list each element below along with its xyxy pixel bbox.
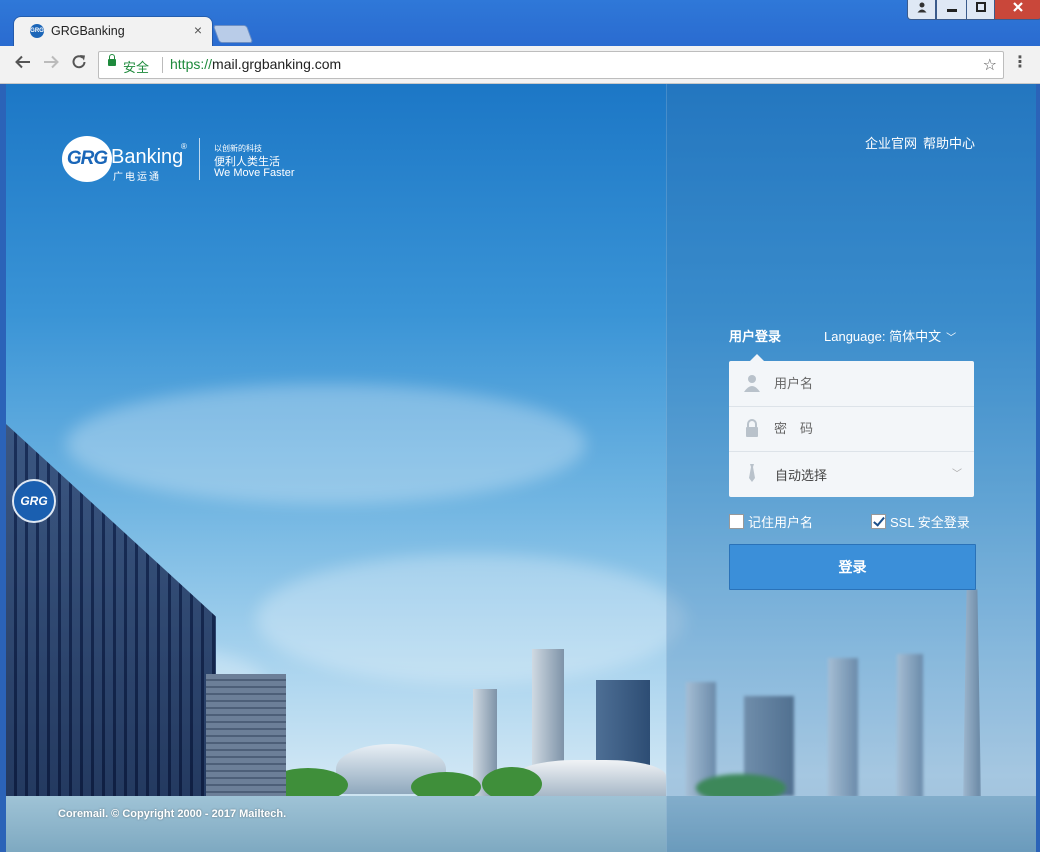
window-maximize-button[interactable] — [966, 0, 996, 20]
window-user-button[interactable] — [907, 0, 936, 20]
language-selector[interactable]: Language: 简体中文 ﹀ — [824, 326, 956, 345]
url-scheme: https:// — [170, 56, 213, 72]
username-row — [729, 361, 974, 407]
secure-label: 安全 — [123, 60, 150, 75]
forward-button[interactable] — [40, 53, 62, 75]
lock-icon — [746, 419, 758, 437]
top-links: 企业官网 帮助中心 — [865, 133, 975, 152]
new-tab-button[interactable] — [212, 25, 254, 43]
tab-title: GRGBanking — [51, 24, 125, 38]
user-login-tab[interactable]: 用户登录 — [729, 326, 781, 345]
page-viewport: GRG GRG Banking ® 广电运通 以创新的科技 便利人类生活 We … — [6, 84, 1036, 852]
domain-select[interactable]: 自动选择 ﹀ — [729, 451, 974, 496]
ssl-checkbox-box[interactable] — [871, 514, 886, 529]
password-row — [729, 406, 974, 452]
user-icon — [908, 1, 935, 16]
logo-wordmark: Banking — [111, 146, 184, 168]
slogan-line-3: We Move Faster — [214, 167, 295, 179]
login-form: 自动选择 ﹀ — [729, 361, 974, 497]
browser-tab[interactable]: GRG GRGBanking × — [14, 17, 212, 46]
forward-icon — [44, 55, 59, 69]
back-icon — [15, 55, 30, 69]
logo-divider — [199, 138, 200, 180]
copyright-footer: Coremail. © Copyright 2000 - 2017 Mailte… — [58, 808, 287, 820]
remember-checkbox-box[interactable] — [729, 514, 744, 529]
remember-username-checkbox[interactable]: 记住用户名 — [729, 512, 813, 531]
help-center-link[interactable]: 帮助中心 — [923, 136, 975, 151]
maximize-icon — [967, 1, 995, 16]
username-input[interactable] — [774, 373, 954, 393]
address-bar[interactable]: 安全 https://mail.grgbanking.com ☆ — [98, 51, 1004, 79]
close-icon — [995, 1, 1040, 16]
building-logo-icon: GRG — [12, 479, 56, 523]
login-button[interactable]: 登录 — [729, 544, 976, 590]
browser-menu-icon[interactable]: ⋮ — [1012, 55, 1028, 71]
address-divider — [162, 57, 163, 73]
background-cloud — [66, 384, 586, 504]
chevron-down-icon: ﹀ — [946, 333, 957, 344]
language-label: Language: 简体中文 — [824, 329, 942, 344]
minimize-icon — [937, 1, 967, 16]
reload-icon — [72, 55, 86, 69]
logo-chinese-name: 广电运通 — [113, 172, 161, 183]
browser-toolbar: 安全 https://mail.grgbanking.com ☆ ⋮ — [0, 46, 1040, 84]
domain-select-value: 自动选择 — [775, 468, 828, 483]
remember-label: 记住用户名 — [748, 515, 814, 530]
tie-icon — [749, 464, 755, 482]
ssl-login-checkbox[interactable]: SSL 安全登录 — [871, 512, 970, 531]
lock-icon — [108, 54, 116, 66]
browser-title-bar: GRG GRGBanking × — [0, 0, 1040, 46]
bookmark-star-icon[interactable]: ☆ — [983, 55, 997, 75]
logo-registered-mark: ® — [181, 142, 187, 151]
ssl-label: SSL 安全登录 — [890, 515, 970, 530]
window-close-button[interactable] — [994, 0, 1040, 20]
back-button[interactable] — [12, 53, 34, 75]
background-cloud — [256, 554, 686, 684]
url-text[interactable]: https://mail.grgbanking.com — [170, 56, 341, 72]
grg-logo-icon: GRG — [62, 136, 112, 182]
password-input[interactable] — [774, 418, 954, 438]
reload-button[interactable] — [68, 53, 90, 75]
active-tab-indicator — [750, 354, 764, 361]
user-icon — [744, 375, 760, 392]
company-site-link[interactable]: 企业官网 — [865, 136, 917, 151]
chevron-down-icon: ﹀ — [952, 469, 962, 480]
tab-close-icon[interactable]: × — [194, 22, 202, 38]
url-host: mail.grgbanking.com — [212, 56, 342, 72]
grg-favicon-icon: GRG — [30, 24, 44, 38]
window-minimize-button[interactable] — [936, 0, 968, 20]
